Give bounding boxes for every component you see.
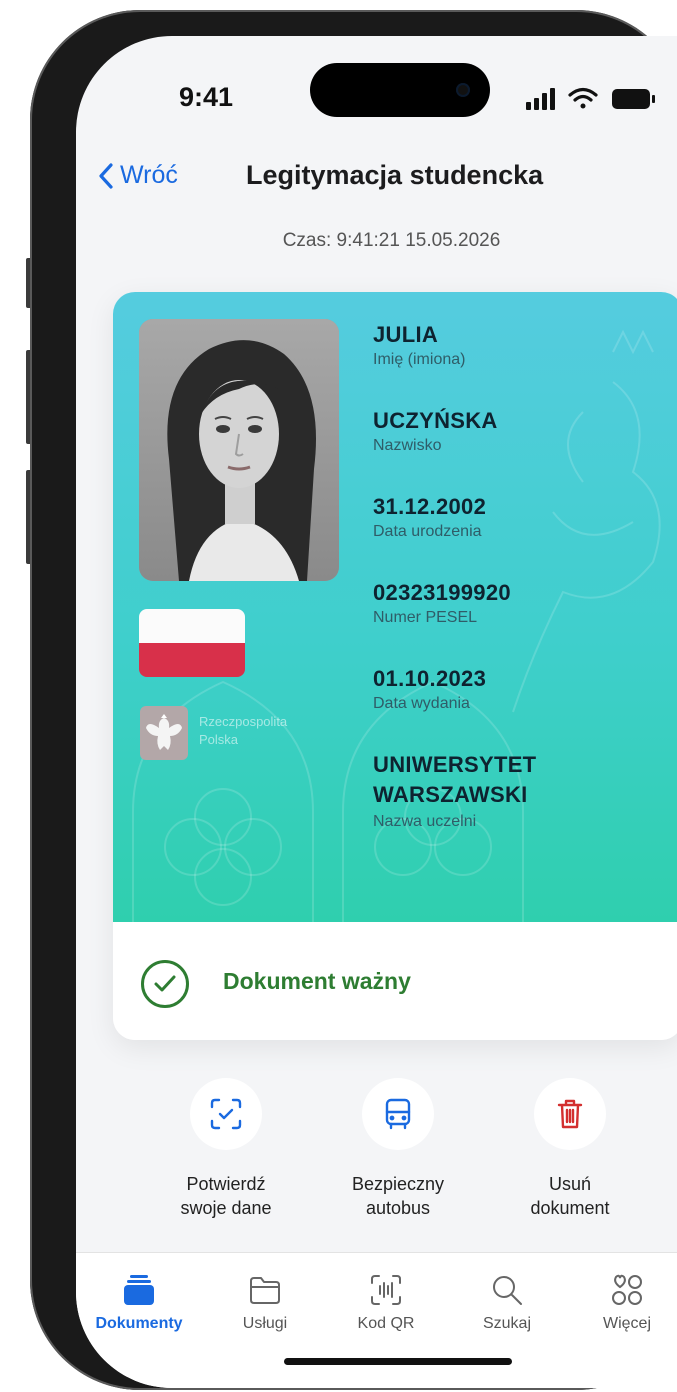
field-value: UNIWERSYTET WARSZAWSKI xyxy=(373,752,537,807)
action-label: Usuń dokument xyxy=(530,1174,610,1218)
tab-services[interactable]: Usługi xyxy=(210,1273,320,1333)
bus-icon xyxy=(385,1098,411,1130)
confirm-data-button[interactable]: Potwierdź swoje dane xyxy=(141,1078,311,1220)
tab-label: Usługi xyxy=(242,1315,288,1332)
dynamic-island xyxy=(310,63,490,117)
quick-actions: Potwierdź swoje dane Bezpieczny autobus xyxy=(76,1078,677,1248)
portrait-photo xyxy=(139,319,339,581)
scan-check-icon xyxy=(210,1098,242,1130)
document-status: Dokument ważny xyxy=(223,968,411,994)
tab-bar: Dokumenty Usługi Kod QR Szukaj Więcej xyxy=(76,1252,677,1388)
action-icon-circle xyxy=(534,1078,606,1150)
status-time: 9:41 xyxy=(179,82,234,112)
tab-label: Szukaj xyxy=(482,1315,532,1332)
screen: 9:41 Wróć Legitymacja studencka Czas: 9:… xyxy=(76,36,677,1388)
delete-document-button[interactable]: Usuń dokument xyxy=(485,1078,655,1220)
qr-scan-icon xyxy=(371,1275,401,1305)
wifi-icon xyxy=(568,87,598,109)
phone-frame: 9:41 Wróć Legitymacja studencka Czas: 9:… xyxy=(30,10,677,1390)
status-icons xyxy=(526,84,666,114)
field-label: Nazwisko xyxy=(373,437,442,454)
signal-icon xyxy=(526,88,555,110)
search-icon xyxy=(493,1276,522,1305)
chevron-left-icon xyxy=(99,162,113,189)
tab-more[interactable]: Więcej xyxy=(572,1273,677,1333)
tab-qr-code[interactable]: Kod QR xyxy=(331,1273,441,1333)
trash-icon xyxy=(557,1099,583,1129)
action-icon-circle xyxy=(190,1078,262,1150)
action-icon-circle xyxy=(362,1078,434,1150)
field-label: Data wydania xyxy=(373,695,470,712)
folder-icon xyxy=(250,1277,280,1304)
home-indicator[interactable] xyxy=(284,1358,512,1365)
field-value: JULIA xyxy=(373,322,439,347)
more-grid-icon xyxy=(612,1274,642,1305)
documents-icon xyxy=(124,1275,154,1305)
check-circle-icon xyxy=(141,960,189,1008)
field-label: Numer PESEL xyxy=(373,609,478,626)
field-issue-date: 01.10.2023 Data wydania xyxy=(373,666,486,713)
field-value: UCZYŃSKA xyxy=(373,408,498,433)
field-label: Imię (imiona) xyxy=(373,351,466,368)
emblem-caption: Rzeczpospolita Polska xyxy=(199,714,288,747)
student-id-card[interactable]: Rzeczpospolita Polska JULIA Imię (imiona… xyxy=(113,292,677,1040)
field-value: 31.12.2002 xyxy=(373,494,487,519)
tab-documents[interactable]: Dokumenty xyxy=(84,1273,194,1333)
field-first-name: JULIA Imię (imiona) xyxy=(373,322,465,369)
action-label: Bezpieczny autobus xyxy=(351,1174,445,1218)
tab-label: Więcej xyxy=(602,1315,651,1332)
field-pesel: 02323199920 Numer PESEL xyxy=(373,580,511,627)
field-birth-date: 31.12.2002 Data urodzenia xyxy=(373,494,486,541)
timestamp: Czas: 9:41:21 15.05.2026 xyxy=(282,230,501,251)
tab-label: Kod QR xyxy=(357,1315,415,1332)
field-value: 01.10.2023 xyxy=(373,666,487,691)
field-value: 02323199920 xyxy=(373,580,511,605)
tab-search[interactable]: Szukaj xyxy=(452,1273,562,1333)
tab-label: Dokumenty xyxy=(95,1315,183,1332)
battery-icon xyxy=(612,89,655,109)
field-university: UNIWERSYTET WARSZAWSKI Nazwa uczelni xyxy=(373,750,536,831)
polish-flag xyxy=(139,609,245,677)
eagle-emblem-icon xyxy=(140,706,188,760)
field-last-name: UCZYŃSKA Nazwisko xyxy=(373,408,498,455)
document-status-row: Dokument ważny xyxy=(113,922,677,1040)
field-label: Nazwa uczelni xyxy=(373,813,477,830)
card-face: Rzeczpospolita Polska JULIA Imię (imiona… xyxy=(113,292,677,922)
action-label: Potwierdź swoje dane xyxy=(180,1174,272,1218)
page-title: Legitymacja studencka xyxy=(246,160,544,190)
camera-icon xyxy=(456,83,470,97)
back-button[interactable]: Wróć xyxy=(98,161,178,190)
safe-bus-button[interactable]: Bezpieczny autobus xyxy=(313,1078,483,1220)
back-label: Wróć xyxy=(120,161,178,189)
field-label: Data urodzenia xyxy=(373,523,482,540)
